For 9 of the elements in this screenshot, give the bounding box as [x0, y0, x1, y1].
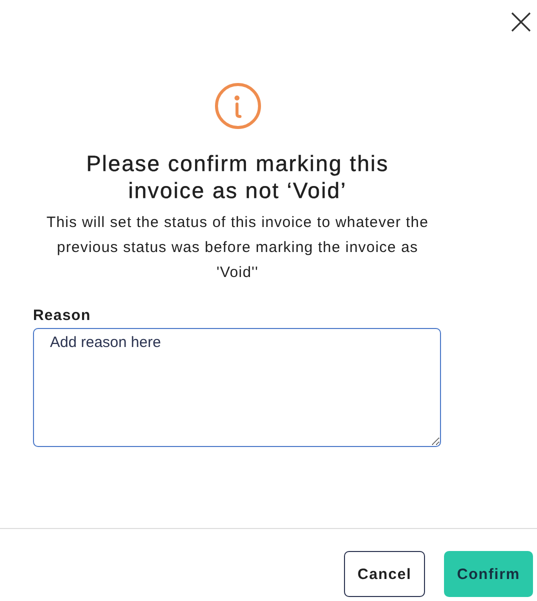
confirm-button[interactable]: Confirm [444, 551, 533, 597]
reason-label: Reason [33, 307, 92, 324]
reason-field[interactable]: Add reason here [33, 328, 441, 447]
close-icon [511, 12, 531, 32]
close-button[interactable] [511, 12, 531, 32]
dialog-title: Please confirm marking this invoice as not ‘Void’ [85, 150, 390, 204]
cancel-button[interactable]: Cancel [344, 551, 425, 597]
dialog-message: This will set the status of this invoice to whatever the previous status was before marking the invoice as 'Void'' [45, 213, 430, 283]
info-icon [214, 82, 262, 130]
